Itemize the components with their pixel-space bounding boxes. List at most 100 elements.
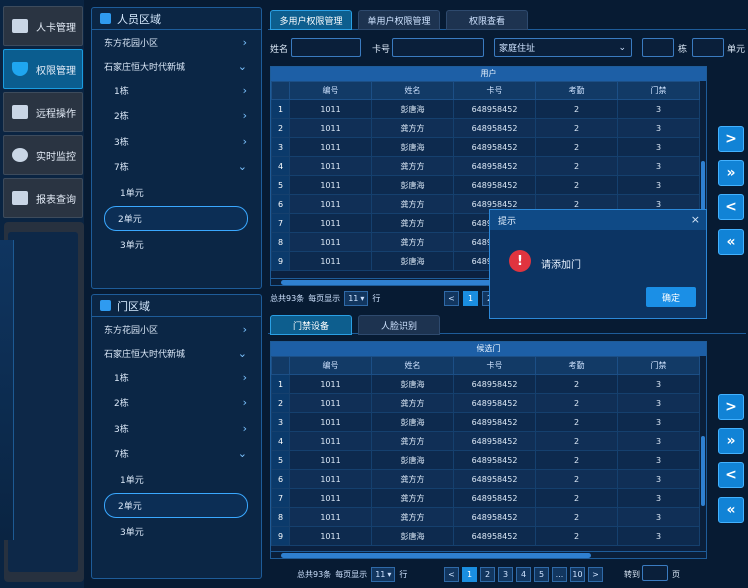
scroll-thumb[interactable] [281,280,491,285]
move-all-right-button[interactable]: » [718,428,744,454]
alert-dialog: 提示 × ! 请添加门 确定 [489,209,707,319]
move-left-button[interactable]: < [718,194,744,220]
move-all-left-button[interactable]: « [718,497,744,523]
card-input[interactable] [392,38,484,57]
table-row[interactable]: 71011龚方方64895845223 [271,488,700,508]
nav-item-permission-management[interactable]: 权限管理 [3,49,83,89]
tree-label: 3栋 [114,425,129,435]
column-header[interactable]: 编号 [289,356,372,375]
page-button[interactable]: 5 [534,567,549,582]
tree-item[interactable]: 1栋 › [92,78,261,103]
scroll-thumb[interactable] [701,436,705,506]
move-all-right-button[interactable]: » [718,160,744,186]
tree-item[interactable]: 3栋 › [92,416,261,441]
tree-item[interactable]: 石家庄恒大时代新城 ⌄ [92,341,261,366]
table-cell: 648958452 [453,488,536,508]
table-cell: 3 [617,431,700,451]
table-cell: 3 [617,156,700,176]
table-row[interactable]: 5 1011 彭唐海 648958452 2 3 [271,450,700,470]
move-right-button[interactable]: > [718,126,744,152]
tree-item[interactable]: 7栋 ⌄ [92,441,261,466]
tree-item[interactable]: 2栋 › [92,103,261,128]
column-header[interactable]: 门禁 [617,356,700,375]
tree-item[interactable]: 3单元 [92,519,261,544]
table-cell: 3 [617,118,700,138]
tree-item[interactable]: 东方花园小区 › [92,30,261,55]
tree-item-selected[interactable]: 2单元 [104,493,248,518]
nav-item-card-management[interactable]: 人卡管理 [3,6,83,46]
table-cell: 1011 [289,175,372,195]
page-button[interactable]: 1 [463,291,478,306]
door-table-grid: 编号 姓名 卡号 考勤 门禁 1 1011 彭唐海 648958452 2 3 2 1011 龚… [271,356,700,546]
table-row[interactable]: 3 1011 彭唐海 648958452 2 3 [271,137,700,157]
page-button[interactable]: 1 [462,567,477,582]
column-header[interactable]: 姓名 [371,356,454,375]
move-all-left-button[interactable]: « [718,229,744,255]
column-header[interactable]: 卡号 [453,81,536,100]
table-cell: 彭唐海 [371,412,454,432]
table-row[interactable]: 6 1011 龚方方 648958452 2 3 [271,469,700,489]
nav-item-remote-operation[interactable]: 远程操作 [3,92,83,132]
tree-item[interactable]: 东方花园小区 › [92,317,261,342]
table-row[interactable]: 2 1011 龚方方 648958452 2 3 [271,118,700,138]
tree-item[interactable]: 1栋 › [92,365,261,390]
column-header[interactable]: 卡号 [453,356,536,375]
page-button[interactable]: 3 [498,567,513,582]
nav-item-report-query[interactable]: 报表查询 [3,178,83,218]
tab-face-recognition[interactable]: 人脸识别 [358,315,440,335]
table-row[interactable]: 2 1011 龚方方 648958452 2 3 [271,393,700,413]
close-icon[interactable]: × [691,213,700,226]
per-page-select[interactable]: 11 ▾ [344,291,369,306]
tree-item[interactable]: 3栋 › [92,129,261,154]
row-index: 4 [271,156,290,176]
unit-input[interactable] [692,38,724,57]
address-select[interactable]: 家庭住址 ⌄ [494,38,632,57]
column-header[interactable]: 门禁 [617,81,700,100]
tree-item[interactable]: 2栋 › [92,390,261,415]
table-row[interactable]: 91011彭唐海64895845223 [271,526,700,546]
page-button[interactable]: 10 [570,567,585,582]
table-cell: 648958452 [453,431,536,451]
tab-door-device[interactable]: 门禁设备 [270,315,352,335]
nav-item-live-monitor[interactable]: 实时监控 [3,135,83,175]
tree-item[interactable]: 3单元 [92,232,261,257]
name-input[interactable] [291,38,361,57]
table-row[interactable]: 1 1011 彭唐海 648958452 2 3 [271,99,700,119]
vertical-scrollbar[interactable] [700,356,706,551]
chevron-right-icon: › [242,422,247,435]
prev-page-button[interactable]: < [444,567,459,582]
table-cell: 2 [535,507,618,527]
scroll-thumb[interactable] [281,553,591,558]
tree-item[interactable]: 石家庄恒大时代新城 ⌄ [92,54,261,79]
per-page-select[interactable]: 11 ▾ [371,567,396,582]
column-header[interactable]: 考勤 [535,81,618,100]
table-row[interactable]: 3 1011 彭唐海 648958452 2 3 [271,412,700,432]
building-input[interactable] [642,38,674,57]
tree-item-selected[interactable]: 2单元 [104,206,248,231]
table-row[interactable]: 1 1011 彭唐海 648958452 2 3 [271,374,700,394]
goto-page-input[interactable] [642,565,668,581]
table-row[interactable]: 5 1011 彭唐海 648958452 2 3 [271,175,700,195]
move-left-button[interactable]: < [718,462,744,488]
column-header[interactable]: 考勤 [535,356,618,375]
column-header[interactable]: 编号 [289,81,372,100]
table-cell: 彭唐海 [371,137,454,157]
tree-item[interactable]: 1单元 [92,467,261,492]
page-button[interactable]: 2 [480,567,495,582]
table-row[interactable]: 81011龚方方64895845223 [271,507,700,527]
page-button[interactable]: 4 [516,567,531,582]
horizontal-scrollbar[interactable] [271,551,706,558]
move-right-button[interactable]: > [718,394,744,420]
table-row[interactable]: 4 1011 龚方方 648958452 2 3 [271,431,700,451]
table-row[interactable]: 4 1011 龚方方 648958452 2 3 [271,156,700,176]
tree-item[interactable]: 1单元 [92,180,261,205]
tree-item[interactable]: 7栋 ⌄ [92,154,261,179]
tab-multi-user-permission[interactable]: 多用户权限管理 [270,10,352,30]
tab-single-user-permission[interactable]: 单用户权限管理 [358,10,440,30]
column-header[interactable]: 姓名 [371,81,454,100]
tree-label: 3单元 [120,241,144,251]
next-page-button[interactable]: > [588,567,603,582]
tab-permission-view[interactable]: 权限查看 [446,10,528,30]
prev-page-button[interactable]: < [444,291,459,306]
confirm-button[interactable]: 确定 [646,287,696,307]
